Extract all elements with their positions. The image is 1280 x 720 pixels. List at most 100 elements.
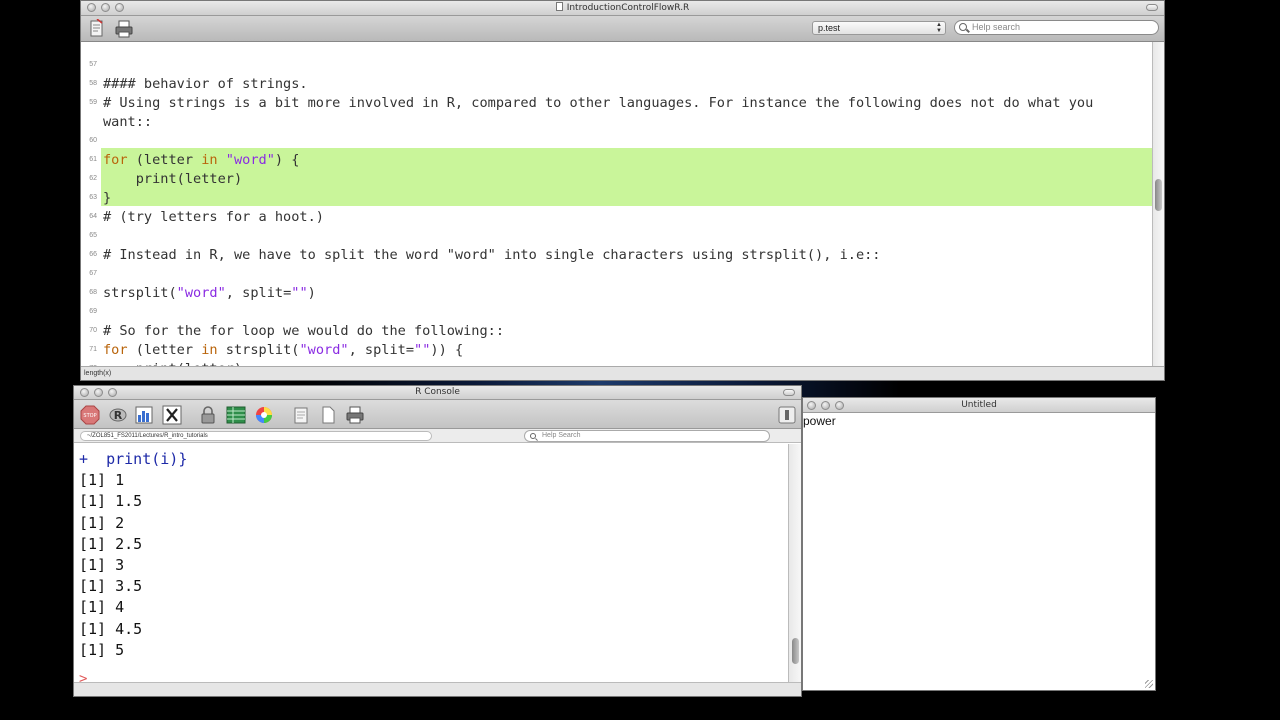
minimize-button[interactable] bbox=[101, 3, 110, 12]
window-controls bbox=[80, 388, 117, 397]
maximize-button[interactable] bbox=[115, 3, 124, 12]
help-search-field[interactable]: Help search bbox=[954, 20, 1159, 35]
editor-titlebar[interactable]: IntroductionControlFlowR.R bbox=[81, 1, 1164, 16]
toggle-panel-icon[interactable] bbox=[777, 405, 797, 425]
console-path-bar: ~/ZOL851_FS2011/Lectures/R_intro_tutoria… bbox=[74, 429, 801, 443]
code-line[interactable]: 68 strsplit("word", split="") bbox=[81, 284, 1152, 303]
untitled-document-text[interactable]: power bbox=[803, 414, 836, 428]
code-text: print(letter) bbox=[103, 171, 243, 187]
editor-scrollbar[interactable] bbox=[1152, 42, 1164, 366]
console-scroll-thumb[interactable] bbox=[792, 638, 799, 664]
code-line[interactable]: 65 bbox=[81, 227, 1152, 246]
line-number: 71 bbox=[89, 346, 97, 353]
code-text: } bbox=[103, 190, 112, 206]
search-icon bbox=[530, 433, 536, 439]
code-text: for (letter in strsplit("word", split=""… bbox=[103, 342, 464, 358]
line-number: 67 bbox=[89, 270, 97, 277]
code-line[interactable]: 69 bbox=[81, 303, 1152, 322]
console-scrollbar[interactable] bbox=[788, 444, 801, 682]
line-number: 70 bbox=[89, 327, 97, 334]
stop-icon[interactable]: STOP bbox=[80, 405, 100, 425]
close-button[interactable] bbox=[807, 401, 816, 410]
window-controls bbox=[87, 3, 124, 12]
console-output-line: [1] 3.5 bbox=[79, 577, 143, 596]
console-output-line: [1] 2 bbox=[79, 513, 125, 532]
line-number: 64 bbox=[89, 213, 97, 220]
print-icon[interactable] bbox=[114, 19, 134, 39]
code-line[interactable]: 64 # (try letters for a hoot.) bbox=[81, 208, 1152, 227]
line-number: 63 bbox=[89, 194, 97, 201]
console-help-search[interactable]: Help Search bbox=[524, 430, 770, 442]
code-text: for (letter in "word") { bbox=[103, 152, 300, 168]
close-button[interactable] bbox=[87, 3, 96, 12]
lock-icon[interactable] bbox=[198, 405, 218, 425]
console-output-line: [1] 1.5 bbox=[79, 492, 143, 511]
code-line[interactable]: 57 bbox=[81, 56, 1152, 75]
console-prompt[interactable]: > bbox=[79, 671, 87, 682]
line-number: 69 bbox=[89, 308, 97, 315]
console-toolbar: STOP R bbox=[74, 400, 801, 429]
minimize-button[interactable] bbox=[821, 401, 830, 410]
line-number: 58 bbox=[89, 80, 97, 87]
code-line[interactable]: 61 for (letter in "word") { bbox=[81, 151, 1152, 170]
console-bottom-bar bbox=[74, 682, 801, 696]
updown-arrows-icon: ▲ ▼ bbox=[936, 22, 942, 34]
line-number: 66 bbox=[89, 251, 97, 258]
resize-grip-icon[interactable] bbox=[1145, 680, 1153, 688]
code-line[interactable]: 58 #### behavior of strings. bbox=[81, 75, 1152, 94]
window-controls bbox=[807, 401, 844, 410]
console-window: R Console STOP R ~/ZOL851_FS2011/Lecture… bbox=[73, 385, 802, 697]
x11-icon[interactable] bbox=[162, 405, 182, 425]
editor-title: IntroductionControlFlowR.R bbox=[566, 3, 690, 13]
line-number: 60 bbox=[89, 137, 97, 144]
code-line[interactable]: 66 # Instead in R, we have to split the w… bbox=[81, 246, 1152, 265]
code-text: # Instead in R, we have to split the wor… bbox=[103, 247, 881, 263]
help-search-placeholder: Help search bbox=[972, 22, 1021, 32]
toolbar-toggle-button[interactable] bbox=[1146, 4, 1158, 11]
code-line[interactable]: 70 # So for the for loop we would do the … bbox=[81, 322, 1152, 341]
data-table-icon[interactable] bbox=[226, 405, 246, 425]
console-title: R Console bbox=[415, 387, 460, 397]
editor-window: IntroductionControlFlowR.R p.test ▲ ▼ Hel… bbox=[80, 0, 1165, 381]
untitled-window: Untitled power bbox=[802, 397, 1156, 691]
console-output-line: [1] 5 bbox=[79, 640, 125, 659]
toolbar-toggle-button[interactable] bbox=[783, 389, 795, 396]
line-number: 57 bbox=[89, 61, 97, 68]
maximize-button[interactable] bbox=[108, 388, 117, 397]
quartz-chart-icon[interactable] bbox=[134, 405, 154, 425]
code-line[interactable]: 63} bbox=[81, 189, 1152, 208]
color-wheel-icon[interactable] bbox=[254, 405, 274, 425]
line-number: 68 bbox=[89, 289, 97, 296]
print-icon[interactable] bbox=[345, 405, 365, 425]
code-text: # Using strings is a bit more involved i… bbox=[103, 95, 1094, 130]
minimize-button[interactable] bbox=[94, 388, 103, 397]
code-line[interactable]: 60 bbox=[81, 132, 1152, 151]
untitled-titlebar[interactable]: Untitled bbox=[803, 398, 1155, 413]
run-r-icon[interactable]: R bbox=[108, 405, 128, 425]
close-button[interactable] bbox=[80, 388, 89, 397]
console-output-line: [1] 4.5 bbox=[79, 619, 143, 638]
working-directory-field[interactable]: ~/ZOL851_FS2011/Lectures/R_intro_tutoria… bbox=[80, 431, 432, 441]
code-text: # So for the for loop we would do the fo… bbox=[103, 323, 505, 339]
search-icon bbox=[959, 23, 967, 31]
status-text: length(x) bbox=[84, 370, 112, 377]
console-titlebar[interactable]: R Console bbox=[74, 386, 801, 400]
working-directory: ~/ZOL851_FS2011/Lectures/R_intro_tutoria… bbox=[87, 433, 208, 439]
code-line[interactable]: 62 print(letter) bbox=[81, 170, 1152, 189]
code-line[interactable]: 59 # Using strings is a bit more involved… bbox=[81, 94, 1152, 132]
source-script-icon[interactable] bbox=[87, 19, 107, 39]
new-document-icon[interactable] bbox=[318, 405, 338, 425]
open-document-icon[interactable] bbox=[291, 405, 311, 425]
console-output-line: [1] 3 bbox=[79, 556, 125, 574]
document-icon bbox=[555, 2, 563, 11]
svg-text:STOP: STOP bbox=[83, 413, 96, 419]
maximize-button[interactable] bbox=[835, 401, 844, 410]
code-line[interactable]: 67 bbox=[81, 265, 1152, 284]
console-output[interactable]: > + print(i)} [1] 1 [1] 1.5 [1] 2 [1] 2.5 [1]… bbox=[74, 444, 788, 682]
editor-status-bar: length(x) bbox=[81, 366, 1164, 380]
editor-scroll-thumb[interactable] bbox=[1155, 179, 1162, 211]
svg-text:R: R bbox=[114, 409, 123, 422]
function-menu[interactable]: p.test ▲ ▼ bbox=[812, 21, 946, 35]
code-line[interactable]: 71 for (letter in strsplit("word", split=… bbox=[81, 341, 1152, 360]
code-editor[interactable]: 57 58 #### behavior of strings. 59 # Using s… bbox=[81, 42, 1152, 366]
